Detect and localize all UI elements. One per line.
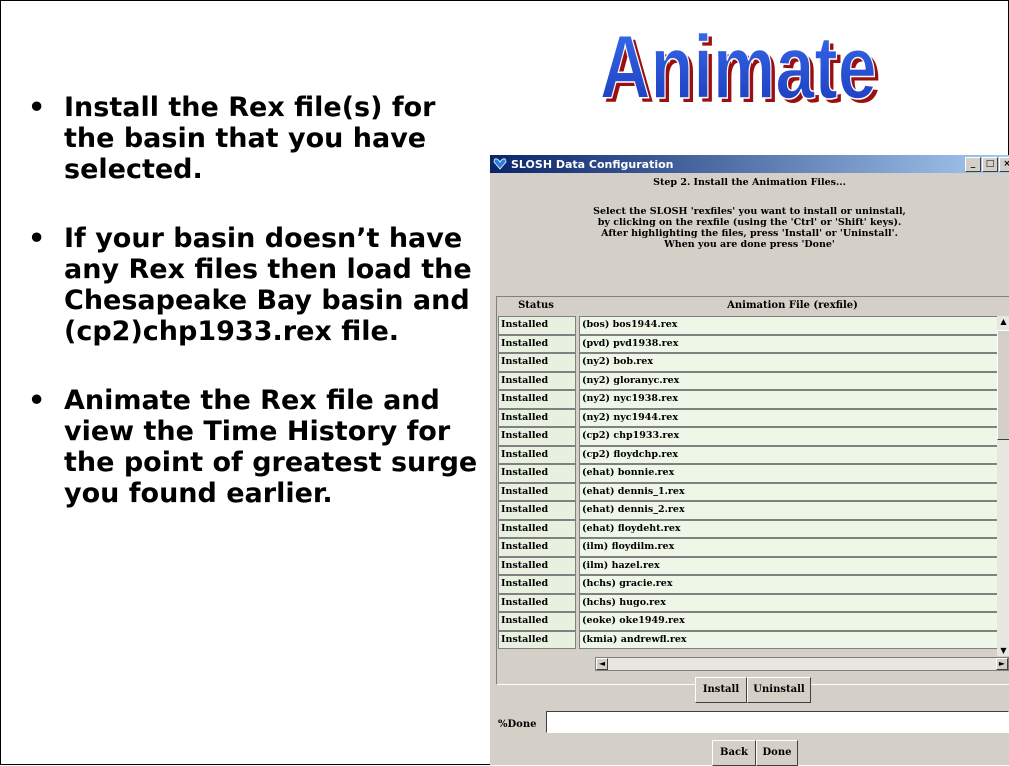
row-status: Installed <box>498 482 576 501</box>
row-status: Installed <box>498 353 576 372</box>
table-row[interactable]: Installed (hchs) gracie.rex <box>498 575 999 594</box>
row-status: Installed <box>498 556 576 575</box>
row-filename[interactable]: (ny2) nyc1944.rex <box>579 408 999 427</box>
table-row[interactable]: Installed (cp2) chp1933.rex <box>498 427 999 446</box>
row-status: Installed <box>498 519 576 538</box>
instruction-line: After highlighting the files, press 'Ins… <box>601 228 898 239</box>
row-status: Installed <box>498 445 576 464</box>
install-button[interactable]: Install <box>695 677 747 703</box>
row-status: Installed <box>498 464 576 483</box>
row-filename[interactable]: (ny2) bob.rex <box>579 353 999 372</box>
close-button[interactable]: × <box>999 157 1009 172</box>
table-row[interactable]: Installed (cp2) floydchp.rex <box>498 445 999 464</box>
table-row[interactable]: Installed (ilm) hazel.rex <box>498 556 999 575</box>
row-status: Installed <box>498 371 576 390</box>
horizontal-scrollbar[interactable]: ◄ ► <box>595 657 1009 671</box>
row-status: Installed <box>498 538 576 557</box>
row-status: Installed <box>498 575 576 594</box>
table-row[interactable]: Installed (ehat) dennis_1.rex <box>498 482 999 501</box>
scroll-down-icon[interactable]: ▼ <box>998 645 1009 656</box>
instruction-line: by clicking on the rexfile (using the 'C… <box>597 217 902 228</box>
minimize-button[interactable]: _ <box>965 157 981 172</box>
table-row[interactable]: Installed (hchs) hugo.rex <box>498 593 999 612</box>
row-status: Installed <box>498 316 576 335</box>
window-titlebar[interactable]: SLOSH Data Configuration _ □ × <box>490 155 1009 173</box>
percent-done-field <box>546 711 1009 733</box>
table-row[interactable]: Installed (ny2) gloranyc.rex <box>498 371 999 390</box>
list-header: Status Animation File (rexfile) <box>497 297 1009 315</box>
table-row[interactable]: Installed (bos) bos1944.rex <box>498 316 999 335</box>
bullet-text: Install the Rex file(s) for the basin th… <box>64 92 436 185</box>
bullet-item: • If your basin doesn’t have any Rex file… <box>28 223 486 347</box>
instruction-line: Select the SLOSH 'rexfiles' you want to … <box>593 206 906 217</box>
bullet-list: • Install the Rex file(s) for the basin t… <box>28 92 486 547</box>
done-button[interactable]: Done <box>756 740 798 766</box>
scroll-left-icon[interactable]: ◄ <box>596 658 608 670</box>
row-status: Installed <box>498 427 576 446</box>
table-row[interactable]: Installed (ehat) floydeht.rex <box>498 519 999 538</box>
row-status: Installed <box>498 501 576 520</box>
row-filename[interactable]: (kmia) andrewfl.rex <box>579 630 999 649</box>
row-filename[interactable]: (ehat) floydeht.rex <box>579 519 999 538</box>
row-status: Installed <box>498 334 576 353</box>
column-header-file: Animation File (rexfile) <box>727 300 858 311</box>
uninstall-button[interactable]: Uninstall <box>747 677 811 703</box>
row-filename[interactable]: (bos) bos1944.rex <box>579 316 999 335</box>
table-row[interactable]: Installed (eoke) oke1949.rex <box>498 612 999 631</box>
row-filename[interactable]: (cp2) floydchp.rex <box>579 445 999 464</box>
table-row[interactable]: Installed (kmia) andrewfl.rex <box>498 630 999 649</box>
bullet-text: Animate the Rex file and view the Time H… <box>64 385 478 509</box>
bullet-text: If your basin doesn’t have any Rex files… <box>64 223 472 347</box>
row-filename[interactable]: (ny2) nyc1938.rex <box>579 390 999 409</box>
list-rows: Installed (bos) bos1944.rex Installed (pvd)… <box>498 316 999 656</box>
table-row[interactable]: Installed (ehat) bonnie.rex <box>498 464 999 483</box>
slosh-app-icon <box>493 158 507 170</box>
step-heading: Step 2. Install the Animation Files... <box>653 177 846 188</box>
row-status: Installed <box>498 612 576 631</box>
bullet-dot: • <box>28 223 46 254</box>
svg-text:Animate: Animate <box>600 20 877 110</box>
row-filename[interactable]: (hchs) gracie.rex <box>579 575 999 594</box>
row-status: Installed <box>498 630 576 649</box>
bullet-dot: • <box>28 385 46 416</box>
row-filename[interactable]: (pvd) pvd1938.rex <box>579 334 999 353</box>
row-filename[interactable]: (ehat) bonnie.rex <box>579 464 999 483</box>
row-filename[interactable]: (ehat) dennis_1.rex <box>579 482 999 501</box>
row-filename[interactable]: (ny2) gloranyc.rex <box>579 371 999 390</box>
row-status: Installed <box>498 593 576 612</box>
row-filename[interactable]: (ilm) floydilm.rex <box>579 538 999 557</box>
table-row[interactable]: Installed (ny2) bob.rex <box>498 353 999 372</box>
window-title: SLOSH Data Configuration <box>511 157 674 171</box>
row-status: Installed <box>498 408 576 427</box>
row-filename[interactable]: (hchs) hugo.rex <box>579 593 999 612</box>
table-row[interactable]: Installed (ny2) nyc1938.rex <box>498 390 999 409</box>
rexfile-list: Status Animation File (rexfile) Installe… <box>496 296 1009 685</box>
row-filename[interactable]: (cp2) chp1933.rex <box>579 427 999 446</box>
instructions: Select the SLOSH 'rexfiles' you want to … <box>490 206 1009 250</box>
scroll-up-icon[interactable]: ▲ <box>998 316 1009 327</box>
table-row[interactable]: Installed (ilm) floydilm.rex <box>498 538 999 557</box>
scroll-thumb[interactable] <box>997 330 1009 440</box>
slosh-dialog-window: SLOSH Data Configuration _ □ × Step 2. I… <box>490 155 1009 766</box>
maximize-button[interactable]: □ <box>982 157 998 172</box>
row-filename[interactable]: (ehat) dennis_2.rex <box>579 501 999 520</box>
bullet-dot: • <box>28 92 46 123</box>
table-row[interactable]: Installed (ehat) dennis_2.rex <box>498 501 999 520</box>
slide-title: Animate Animate <box>599 20 879 110</box>
back-button[interactable]: Back <box>712 740 756 766</box>
instruction-line: When you are done press 'Done' <box>664 239 835 250</box>
bullet-item: • Animate the Rex file and view the Time … <box>28 385 486 509</box>
bullet-item: • Install the Rex file(s) for the basin t… <box>28 92 486 185</box>
row-filename[interactable]: (ilm) hazel.rex <box>579 556 999 575</box>
column-header-status: Status <box>518 300 554 311</box>
row-filename[interactable]: (eoke) oke1949.rex <box>579 612 999 631</box>
row-status: Installed <box>498 390 576 409</box>
table-row[interactable]: Installed (pvd) pvd1938.rex <box>498 334 999 353</box>
table-row[interactable]: Installed (ny2) nyc1944.rex <box>498 408 999 427</box>
vertical-scrollbar[interactable]: ▲ ▼ <box>997 316 1009 656</box>
scroll-right-icon[interactable]: ► <box>996 658 1008 670</box>
percent-done-label: %Done <box>498 719 537 730</box>
